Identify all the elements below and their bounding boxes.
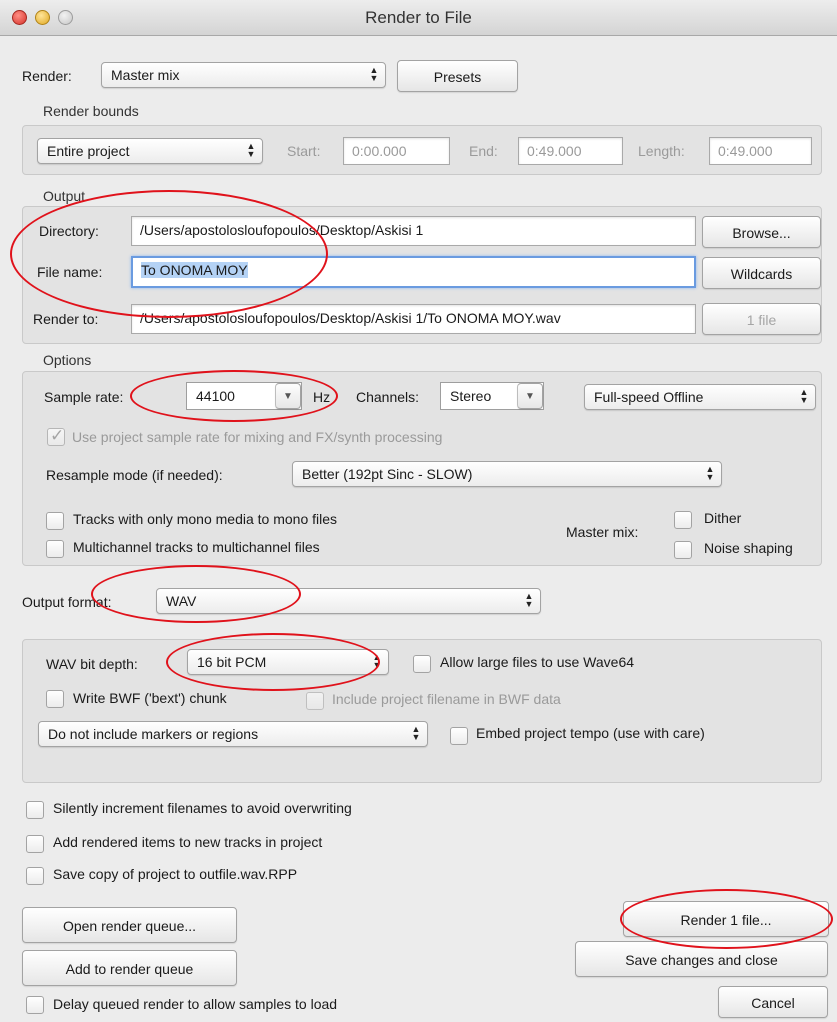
output-format-value: WAV bbox=[166, 593, 197, 609]
updown-arrows-icon: ▲ ▼ bbox=[372, 652, 382, 670]
delay-render-label: Delay queued render to allow samples to … bbox=[53, 996, 338, 1012]
bwf-label: Write BWF ('bext') chunk bbox=[73, 690, 227, 706]
wav-bit-depth-label: WAV bit depth: bbox=[46, 656, 138, 672]
filename-field[interactable]: To ONOMA MOY bbox=[131, 256, 696, 288]
bwf-filename-label: Include project filename in BWF data bbox=[332, 691, 561, 707]
save-copy-checkbox[interactable] bbox=[26, 867, 44, 885]
save-and-close-button[interactable]: Save changes and close bbox=[575, 941, 828, 977]
wave64-label: Allow large files to use Wave64 bbox=[440, 654, 635, 670]
updown-arrows-icon: ▲ ▼ bbox=[369, 65, 379, 83]
markers-value: Do not include markers or regions bbox=[48, 726, 259, 742]
mono-files-checkbox[interactable] bbox=[46, 512, 64, 530]
render-bounds-heading: Render bounds bbox=[43, 103, 139, 119]
render-to-label: Render to: bbox=[33, 311, 99, 327]
presets-button[interactable]: Presets bbox=[397, 60, 518, 92]
render-source-value: Master mix bbox=[111, 67, 180, 83]
output-format-select[interactable]: WAV ▲ ▼ bbox=[156, 588, 541, 614]
render-files-button[interactable]: Render 1 file... bbox=[623, 901, 829, 937]
updown-arrows-icon: ▲ ▼ bbox=[799, 387, 809, 405]
multichannel-label: Multichannel tracks to multichannel file… bbox=[73, 539, 320, 555]
embed-tempo-checkbox[interactable] bbox=[450, 727, 468, 745]
options-heading: Options bbox=[43, 352, 92, 368]
cancel-button[interactable]: Cancel bbox=[718, 986, 828, 1018]
master-mix-label: Master mix: bbox=[566, 524, 639, 540]
embed-tempo-label: Embed project tempo (use with care) bbox=[476, 725, 705, 741]
channels-value: Stereo bbox=[450, 388, 492, 404]
channels-label: Channels: bbox=[356, 389, 420, 405]
resample-mode-select[interactable]: Better (192pt Sinc - SLOW) ▲ ▼ bbox=[292, 461, 722, 487]
render-label: Render: bbox=[22, 68, 72, 84]
output-heading: Output bbox=[43, 188, 86, 204]
window-title: Render to File bbox=[365, 8, 472, 27]
save-copy-label: Save copy of project to outfile.wav.RPP bbox=[53, 866, 298, 882]
wav-bit-depth-value: 16 bit PCM bbox=[197, 654, 267, 670]
dither-label: Dither bbox=[704, 510, 742, 526]
file-count-button[interactable]: 1 file bbox=[702, 303, 821, 335]
length-field[interactable]: 0:49.000 bbox=[709, 137, 812, 165]
sample-rate-label: Sample rate: bbox=[44, 389, 124, 405]
sample-rate-combo[interactable]: 44100 ▼ bbox=[186, 382, 302, 410]
start-field[interactable]: 0:00.000 bbox=[343, 137, 450, 165]
render-speed-select[interactable]: Full-speed Offline ▲ ▼ bbox=[584, 384, 816, 410]
filename-label: File name: bbox=[37, 264, 103, 280]
use-project-rate-checkbox[interactable] bbox=[47, 426, 65, 446]
directory-label: Directory: bbox=[39, 223, 99, 239]
mono-files-label: Tracks with only mono media to mono file… bbox=[73, 511, 338, 527]
bounds-mode-value: Entire project bbox=[47, 143, 130, 159]
wav-bit-depth-select[interactable]: 16 bit PCM ▲ ▼ bbox=[187, 649, 389, 675]
updown-arrows-icon: ▲ ▼ bbox=[705, 464, 715, 482]
browse-button[interactable]: Browse... bbox=[702, 216, 821, 248]
dropdown-arrow-icon[interactable]: ▼ bbox=[517, 383, 543, 409]
delay-render-checkbox[interactable] bbox=[26, 996, 44, 1014]
noise-shaping-label: Noise shaping bbox=[704, 540, 793, 556]
increment-filenames-label: Silently increment filenames to avoid ov… bbox=[53, 800, 352, 816]
wave64-checkbox[interactable] bbox=[413, 655, 431, 673]
dropdown-arrow-icon[interactable]: ▼ bbox=[275, 383, 301, 409]
bounds-mode-select[interactable]: Entire project ▲ ▼ bbox=[37, 138, 263, 164]
start-label: Start: bbox=[287, 143, 321, 159]
updown-arrows-icon: ▲ ▼ bbox=[524, 591, 534, 609]
add-to-tracks-checkbox[interactable] bbox=[26, 835, 44, 853]
resample-mode-value: Better (192pt Sinc - SLOW) bbox=[302, 466, 473, 482]
end-field[interactable]: 0:49.000 bbox=[518, 137, 623, 165]
dither-checkbox[interactable] bbox=[674, 511, 692, 529]
resample-label: Resample mode (if needed): bbox=[46, 467, 223, 483]
directory-field[interactable]: /Users/apostolosloufopoulos/Desktop/Aski… bbox=[131, 216, 696, 246]
render-source-select[interactable]: Master mix ▲ ▼ bbox=[101, 62, 386, 88]
bwf-checkbox[interactable] bbox=[46, 690, 64, 708]
updown-arrows-icon: ▲ ▼ bbox=[246, 141, 256, 159]
render-to-field[interactable]: /Users/apostolosloufopoulos/Desktop/Aski… bbox=[131, 304, 696, 334]
hz-label: Hz bbox=[313, 389, 331, 405]
noise-shaping-checkbox[interactable] bbox=[674, 541, 692, 559]
updown-arrows-icon: ▲ ▼ bbox=[411, 724, 421, 742]
channels-combo[interactable]: Stereo ▼ bbox=[440, 382, 544, 410]
open-render-queue-button[interactable]: Open render queue... bbox=[22, 907, 237, 943]
add-to-tracks-label: Add rendered items to new tracks in proj… bbox=[53, 834, 323, 850]
wildcards-button[interactable]: Wildcards bbox=[702, 257, 821, 289]
render-speed-value: Full-speed Offline bbox=[594, 389, 704, 405]
add-to-render-queue-button[interactable]: Add to render queue bbox=[22, 950, 237, 986]
filename-value: To ONOMA MOY bbox=[141, 262, 248, 278]
output-format-label: Output format: bbox=[22, 594, 112, 610]
length-label: Length: bbox=[638, 143, 685, 159]
end-label: End: bbox=[469, 143, 498, 159]
bwf-filename-checkbox[interactable] bbox=[306, 692, 324, 710]
markers-select[interactable]: Do not include markers or regions ▲ ▼ bbox=[38, 721, 428, 747]
sample-rate-value: 44100 bbox=[196, 388, 235, 404]
use-project-rate-label: Use project sample rate for mixing and F… bbox=[72, 429, 443, 445]
title-bar: Render to File bbox=[0, 0, 837, 36]
increment-filenames-checkbox[interactable] bbox=[26, 801, 44, 819]
multichannel-checkbox[interactable] bbox=[46, 540, 64, 558]
